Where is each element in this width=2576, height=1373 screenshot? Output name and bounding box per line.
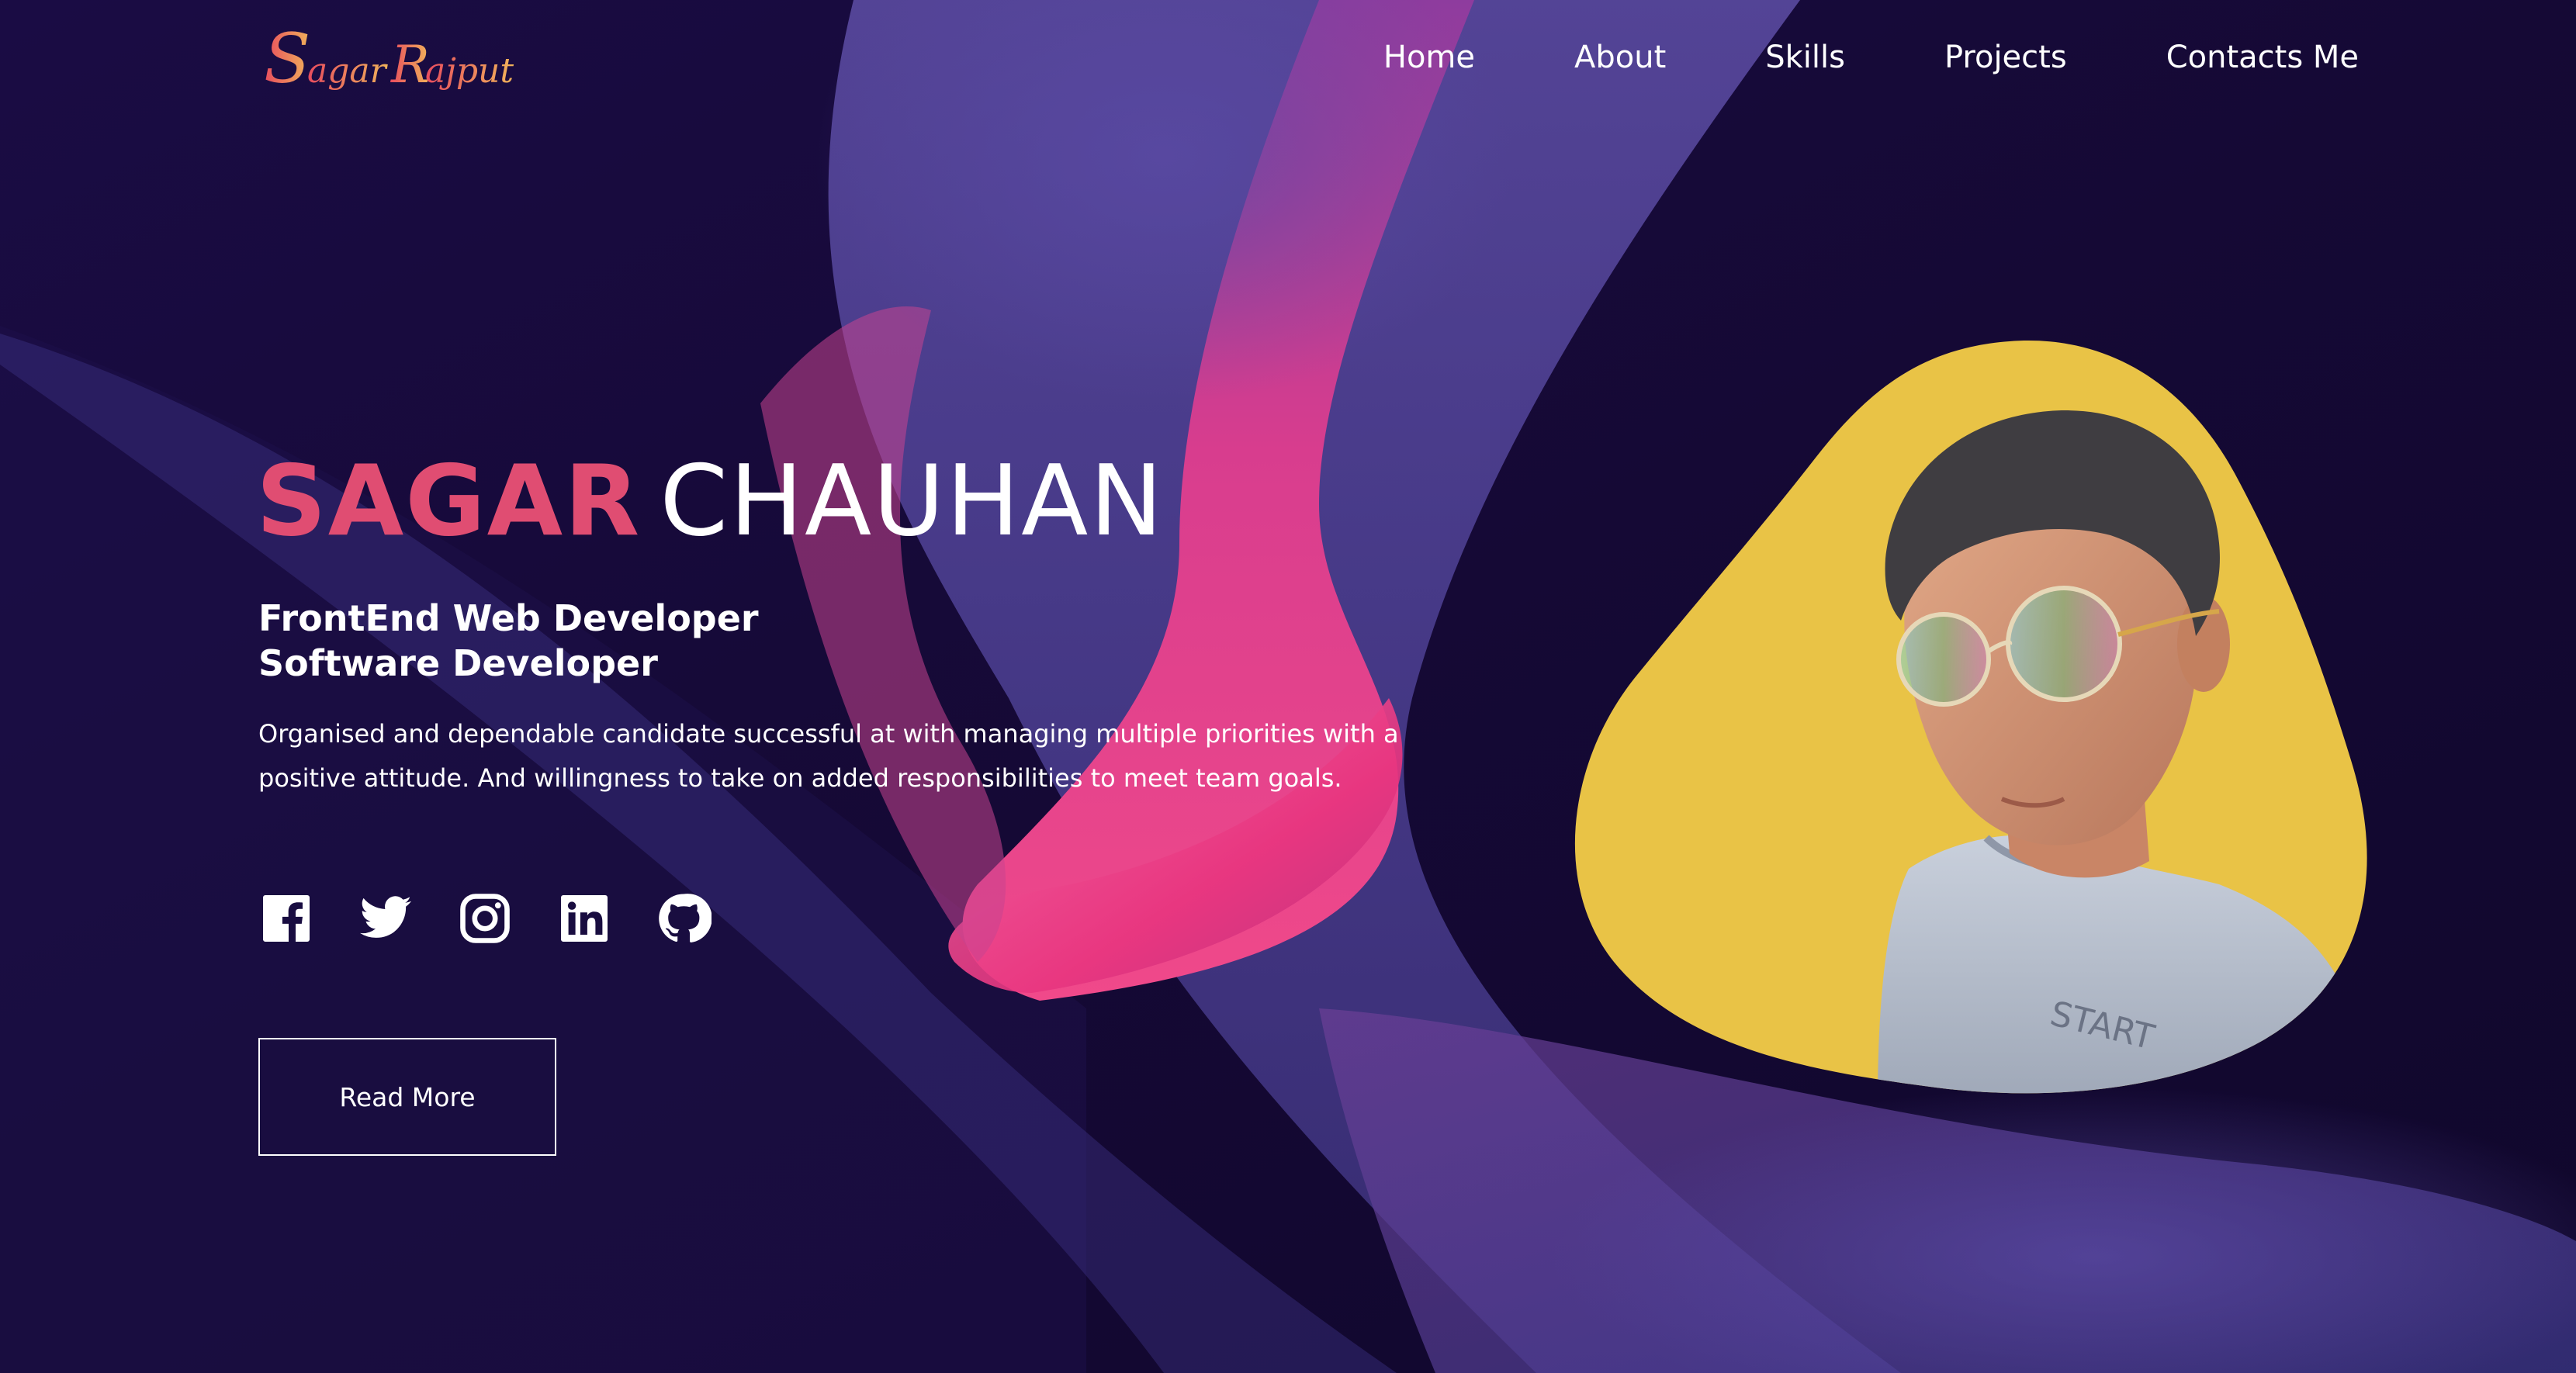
twitter-icon[interactable] xyxy=(358,891,414,946)
facebook-icon[interactable] xyxy=(258,891,314,946)
nav-item-about[interactable]: About xyxy=(1574,40,1666,75)
hero-role-frontend: FrontEnd Web Developer xyxy=(258,597,759,639)
linkedin-icon[interactable] xyxy=(556,891,612,946)
github-icon[interactable] xyxy=(656,891,712,946)
instagram-icon[interactable] xyxy=(457,891,513,946)
main-nav: Home About Skills Projects Contacts Me xyxy=(1319,34,2359,81)
social-links xyxy=(258,887,712,949)
nav-item-home[interactable]: Home xyxy=(1383,40,1475,75)
logo-last-initial: R xyxy=(390,35,430,95)
hero-role-software: Software Developer xyxy=(258,642,658,684)
hero-bio: Organised and dependable candidate succe… xyxy=(258,719,1399,793)
hero-last-name: CHAUHAN xyxy=(660,444,1165,558)
read-more-button[interactable]: Read More xyxy=(258,1038,556,1156)
logo-last-rest: ajput xyxy=(425,51,514,91)
nav-item-contacts[interactable]: Contacts Me xyxy=(2166,40,2359,75)
page: S agar R ajput Home About Skills Project… xyxy=(0,0,2576,1373)
hero-name: SAGAR CHAUHAN xyxy=(256,441,1165,562)
logo[interactable]: S agar R ajput xyxy=(261,17,525,110)
profile-photo: START xyxy=(1574,341,2367,1094)
logo-first-initial: S xyxy=(264,19,310,99)
hero-first-name: SAGAR xyxy=(256,444,642,558)
nav-item-projects[interactable]: Projects xyxy=(1944,40,2067,75)
logo-first-rest: agar xyxy=(307,51,389,91)
nav-item-skills[interactable]: Skills xyxy=(1765,40,1845,75)
